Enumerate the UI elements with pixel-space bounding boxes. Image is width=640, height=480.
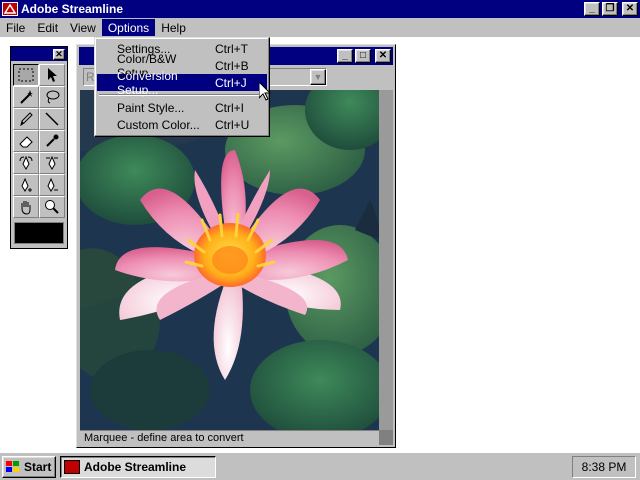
app-logo-icon — [64, 459, 80, 474]
start-label: Start — [24, 459, 52, 474]
palette-title-bar[interactable]: ✕ — [11, 47, 67, 61]
menu-item-shortcut: Ctrl+I — [215, 100, 245, 115]
restore-button[interactable]: ❐ — [602, 2, 618, 16]
menu-bar: File Edit View Options Help — [0, 18, 640, 37]
eraser-icon[interactable] — [13, 130, 39, 152]
tray-clock[interactable]: 8:38 PM — [572, 456, 636, 478]
pen-convert-alt-icon[interactable] — [39, 152, 65, 174]
menu-file[interactable]: File — [0, 19, 31, 36]
size-grip[interactable] — [379, 430, 393, 445]
doc-close-button[interactable]: ✕ — [375, 49, 391, 63]
taskbar: Start Adobe Streamline 8:38 PM — [0, 452, 640, 480]
menu-item-custom-color[interactable]: Custom Color... Ctrl+U — [97, 116, 267, 133]
start-button[interactable]: Start — [2, 455, 56, 478]
mouse-cursor-icon — [258, 80, 272, 104]
close-button[interactable]: ✕ — [622, 2, 638, 16]
status-bar: Marquee - define area to convert — [80, 430, 380, 445]
taskbar-button-streamline[interactable]: Adobe Streamline — [60, 455, 216, 478]
app-title-bar[interactable]: Adobe Streamline _ ❐ ✕ — [0, 0, 640, 18]
magic-wand-icon[interactable] — [13, 86, 39, 108]
menu-help[interactable]: Help — [155, 19, 192, 36]
pen-convert-icon[interactable] — [13, 152, 39, 174]
pencil-icon[interactable] — [13, 108, 39, 130]
app-logo-icon[interactable] — [2, 2, 18, 16]
menu-item-paint-style[interactable]: Paint Style... Ctrl+I — [97, 99, 267, 116]
eyedropper-icon[interactable] — [39, 130, 65, 152]
minimize-icon: _ — [342, 50, 348, 61]
menu-item-label: Custom Color... — [117, 117, 200, 132]
taskbar-button-label: Adobe Streamline — [84, 459, 187, 474]
arrow-select-icon[interactable] — [39, 64, 65, 86]
menu-item-label: Conversion Setup... — [117, 68, 178, 97]
menu-options[interactable]: Options — [101, 19, 156, 36]
tool-palette: ✕ — [10, 46, 68, 249]
options-dropdown-menu: Settings... Ctrl+T Color/B&W Setup... Ct… — [94, 37, 270, 137]
menu-item-shortcut: Ctrl+T — [215, 41, 248, 56]
close-icon: ✕ — [55, 48, 63, 59]
pen-add-point-icon[interactable] — [13, 174, 39, 196]
pen-remove-point-icon[interactable] — [39, 174, 65, 196]
doc-minimize-button[interactable]: _ — [337, 49, 353, 63]
doc-maximize-button[interactable]: □ — [355, 49, 371, 63]
marquee-tool-icon[interactable] — [13, 64, 39, 86]
line-tool-icon[interactable] — [39, 108, 65, 130]
hand-tool-icon[interactable] — [13, 196, 39, 218]
app-title: Adobe Streamline — [21, 2, 124, 16]
restore-icon: ❐ — [605, 3, 615, 14]
close-icon: ✕ — [378, 50, 388, 61]
menu-edit[interactable]: Edit — [31, 19, 64, 36]
menu-item-shortcut: Ctrl+J — [215, 75, 247, 90]
menu-item-shortcut: Ctrl+B — [215, 58, 249, 73]
water-lily-image[interactable] — [80, 90, 380, 430]
close-icon: ✕ — [625, 3, 635, 14]
menu-item-label: Paint Style... — [117, 100, 185, 115]
clock-time: 8:38 PM — [581, 460, 627, 474]
zoom-icon[interactable] — [39, 196, 65, 218]
chevron-down-icon[interactable]: ▼ — [310, 69, 326, 85]
menu-view[interactable]: View — [64, 19, 102, 36]
windows-logo-icon — [6, 460, 19, 472]
current-color-swatch[interactable] — [14, 222, 64, 244]
minimize-icon: _ — [589, 3, 595, 14]
menu-item-conversion-setup[interactable]: Conversion Setup... Ctrl+J — [97, 69, 267, 97]
lasso-icon[interactable] — [39, 86, 65, 108]
vertical-scrollbar[interactable] — [379, 90, 393, 430]
palette-close-button[interactable]: ✕ — [53, 48, 65, 60]
maximize-icon: □ — [359, 50, 367, 61]
minimize-button[interactable]: _ — [584, 2, 600, 16]
menu-item-shortcut: Ctrl+U — [215, 117, 250, 132]
